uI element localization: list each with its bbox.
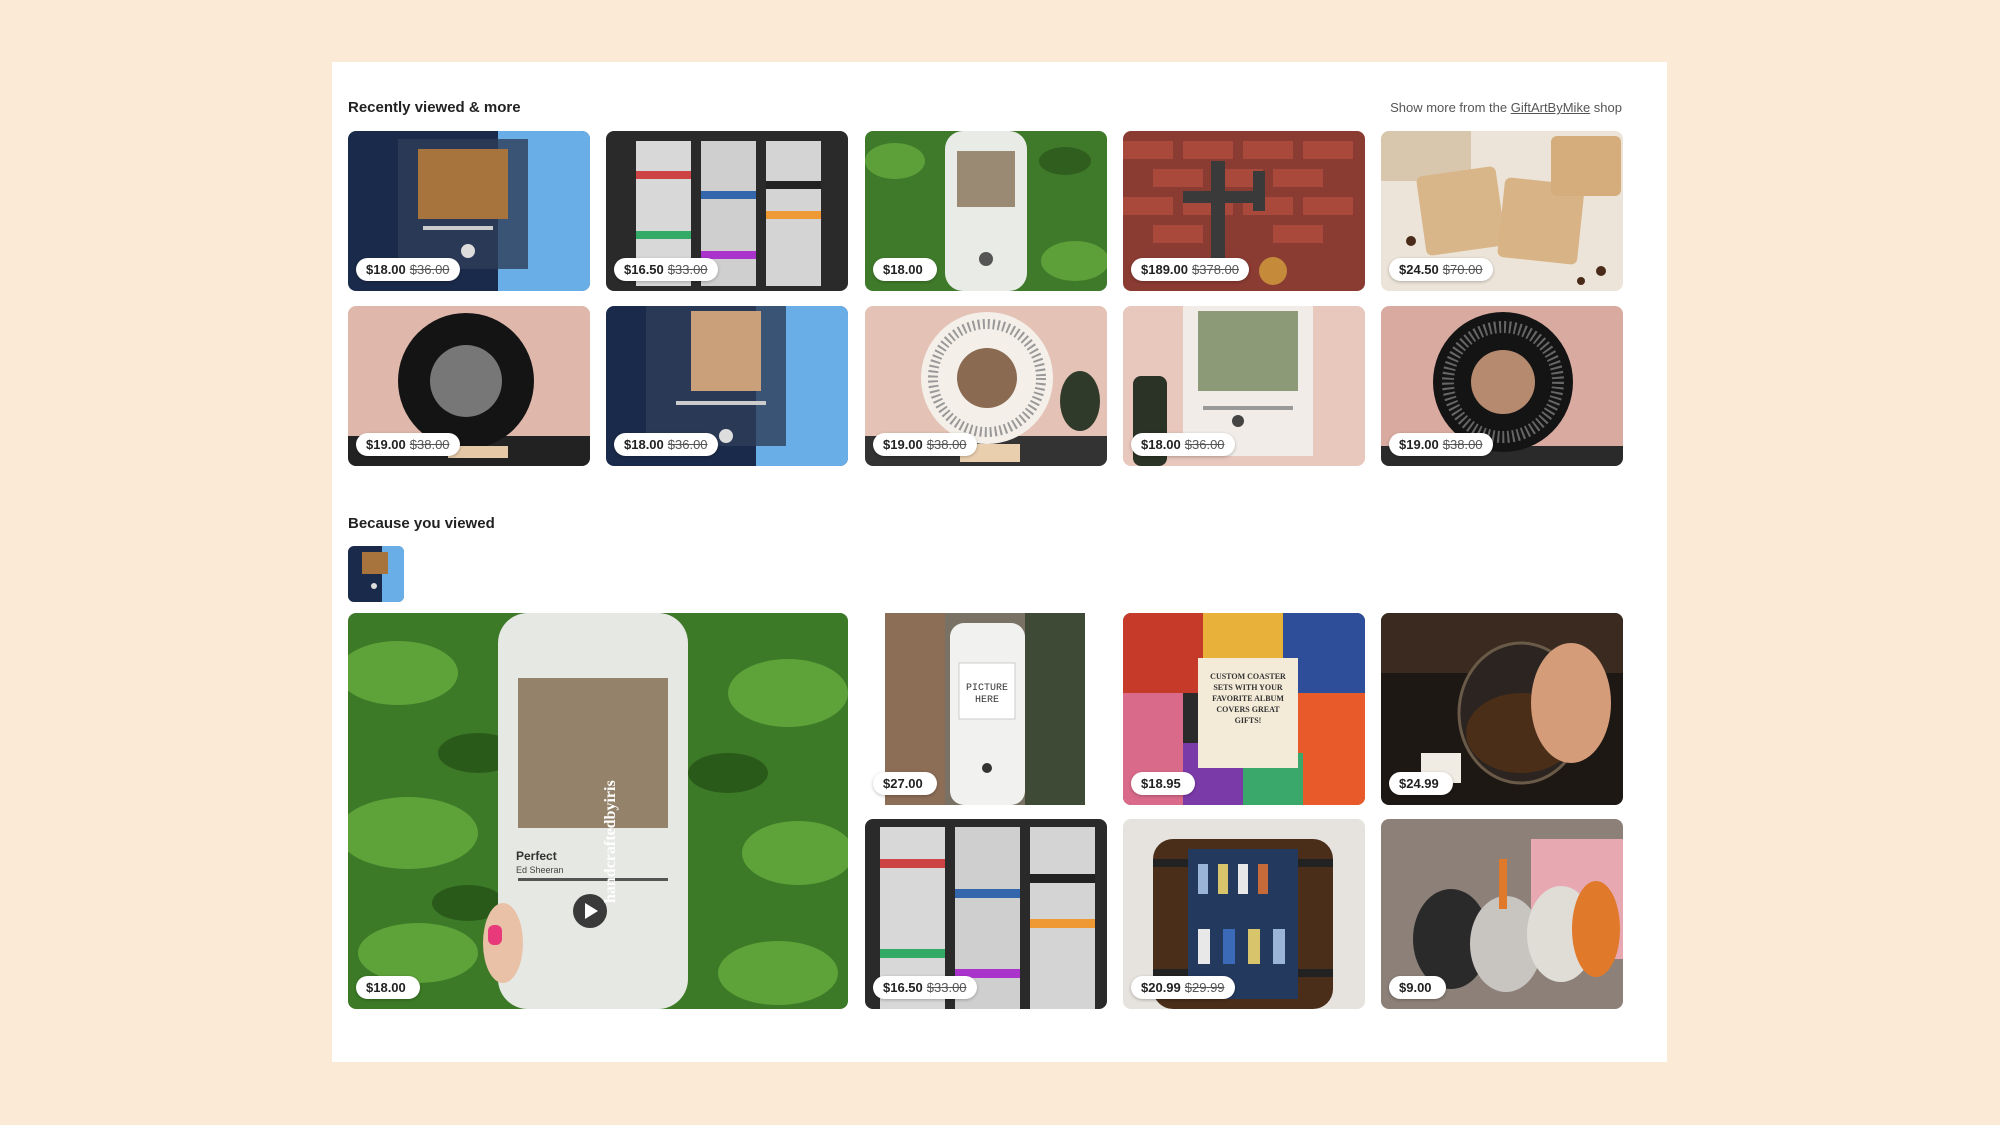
price-badge: $27.00 [873,772,937,795]
listing-card[interactable]: $18.00 $36.00 [606,306,848,466]
listing-card[interactable]: $16.50 $33.00 [865,819,1107,1009]
listing-card[interactable]: $9.00 [1381,819,1623,1009]
listing-card[interactable]: $18.00 [865,131,1107,291]
recommendations-panel: Recently viewed & more Show more from th… [332,62,1667,1062]
price-badge: $18.95 [1131,772,1195,795]
listing-card[interactable]: PICTURE HERE $27.00 [865,613,1107,805]
listing-card[interactable]: $18.00 $36.00 [1123,306,1365,466]
show-more-suffix: shop [1590,100,1622,115]
listing-card[interactable]: $19.00 $38.00 [348,306,590,466]
show-more-prefix: Show more from the [1390,100,1511,115]
cup-picture-label: PICTURE HERE [965,683,1008,706]
price-badge: $18.00 [873,258,937,281]
price-badge: $20.99 $29.99 [1131,976,1235,999]
song-artist: Ed Sheeran [516,865,564,875]
price-badge: $19.00 $38.00 [873,433,977,456]
listing-card[interactable]: $20.99 $29.99 [1123,819,1365,1009]
because-you-viewed-heading: Because you viewed [348,515,495,532]
song-title: Perfect [516,849,557,863]
price-badge: $19.00 $38.00 [356,433,460,456]
listing-card[interactable]: $19.00 $38.00 [1381,306,1623,466]
price-badge: $18.00 $36.00 [356,258,460,281]
listing-card[interactable]: CUSTOM COASTER SETS WITH YOUR FAVORITE A… [1123,613,1365,805]
price-badge: $189.00 $378.00 [1131,258,1249,281]
show-more-shop: Show more from the GiftArtByMike shop [1390,100,1622,115]
acrylic-song-plaque-image [348,546,404,602]
frosted-glass-cup-image [348,613,848,1009]
viewed-item-thumbnail[interactable] [348,546,404,602]
shop-link[interactable]: GiftArtByMike [1511,100,1590,115]
listing-card[interactable]: $18.00 $36.00 [348,131,590,291]
coaster-promo-text: CUSTOM COASTER SETS WITH YOUR FAVORITE A… [1210,672,1286,725]
price-badge: $19.00 $38.00 [1389,433,1493,456]
listing-card[interactable]: $19.00 $38.00 [865,306,1107,466]
price-badge: $9.00 [1389,976,1446,999]
price-badge: $16.50 $33.00 [614,258,718,281]
listing-card[interactable]: $16.50 $33.00 [606,131,848,291]
price-badge: $18.00 [356,976,420,999]
price-badge: $24.99 [1389,772,1453,795]
listing-card[interactable]: $189.00 $378.00 [1123,131,1365,291]
price-badge: $18.00 $36.00 [1131,433,1235,456]
listing-card[interactable]: $24.50 $70.00 [1381,131,1623,291]
listing-card[interactable]: $24.99 [1381,613,1623,805]
shop-watermark: handcraftedbyiris [602,780,619,903]
price-badge: $16.50 $33.00 [873,976,977,999]
price-badge: $18.00 $36.00 [614,433,718,456]
price-badge: $24.50 $70.00 [1389,258,1493,281]
recently-viewed-heading: Recently viewed & more [348,99,521,116]
featured-listing-card[interactable]: Perfect Ed Sheeran handcraftedbyiris $18… [348,613,848,1009]
